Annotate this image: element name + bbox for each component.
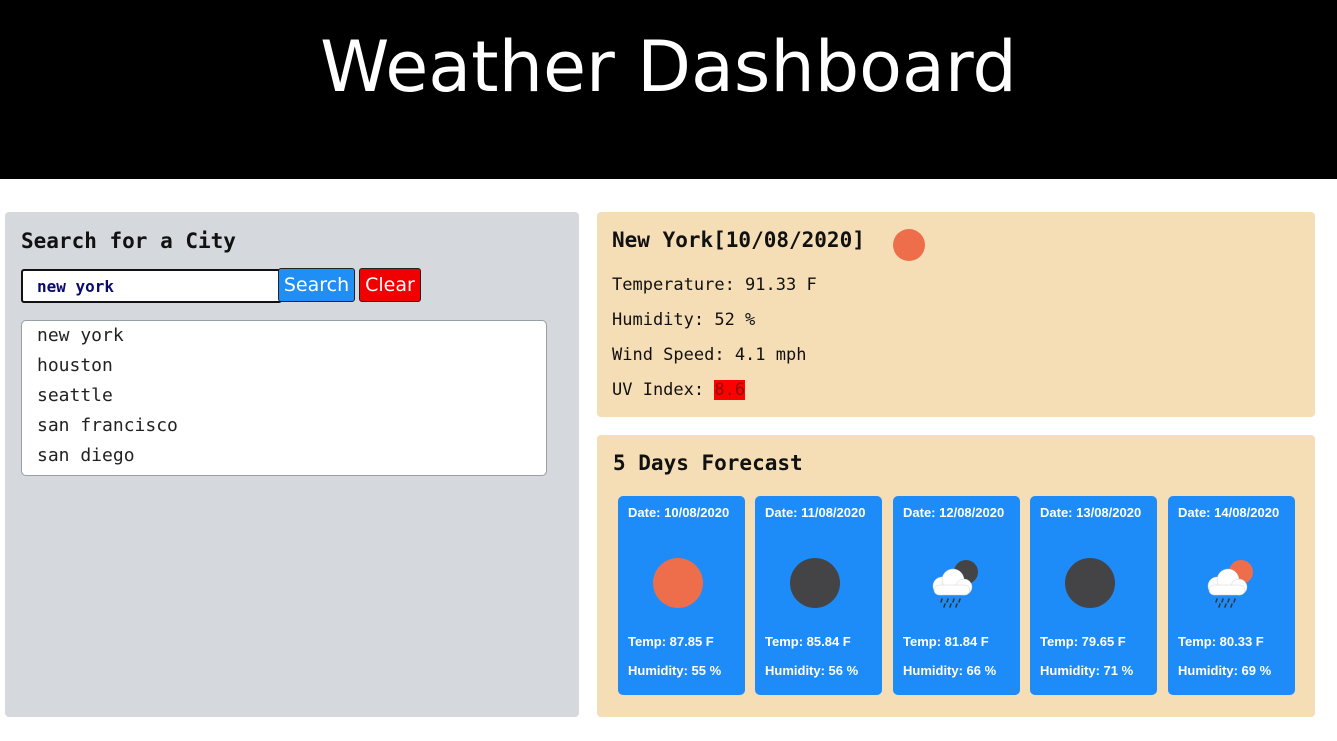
forecast-humidity: Humidity: 66 % bbox=[903, 663, 997, 678]
search-panel: Search for a City Search Clear new york … bbox=[5, 212, 579, 717]
forecast-temp: Temp: 80.33 F bbox=[1178, 634, 1264, 649]
forecast-humidity: Humidity: 69 % bbox=[1178, 663, 1272, 678]
forecast-card: Date: 11/08/2020 Temp: 85.84 F Humidity:… bbox=[755, 496, 882, 695]
forecast-date: Date: 10/08/2020 bbox=[628, 505, 730, 520]
forecast-card: Date: 14/08/2020 Temp: 80.33 F Humidity:… bbox=[1168, 496, 1295, 695]
forecast-humidity: Humidity: 71 % bbox=[1040, 663, 1134, 678]
current-wind-speed: Wind Speed: 4.1 mph bbox=[612, 345, 807, 365]
history-item[interactable]: seattle bbox=[37, 383, 546, 413]
page-header: Weather Dashboard bbox=[0, 0, 1337, 179]
city-search-input[interactable] bbox=[21, 269, 282, 303]
forecast-panel: 5 Days Forecast Date: 10/08/2020 Temp: 8… bbox=[597, 435, 1315, 717]
forecast-temp: Temp: 85.84 F bbox=[765, 634, 851, 649]
moon-icon bbox=[790, 558, 842, 610]
forecast-date: Date: 11/08/2020 bbox=[765, 505, 866, 520]
forecast-date: Date: 14/08/2020 bbox=[1178, 505, 1280, 520]
history-item[interactable]: san francisco bbox=[37, 413, 546, 443]
forecast-card: Date: 12/08/2020 Temp: 81.84 F Humidity:… bbox=[893, 496, 1020, 695]
forecast-date: Date: 12/08/2020 bbox=[903, 505, 1005, 520]
day-rain-cloud-icon bbox=[1203, 558, 1255, 610]
current-temperature: Temperature: 91.33 F bbox=[612, 275, 817, 295]
current-uv-index: UV Index: 8.6 bbox=[612, 380, 746, 400]
forecast-temp: Temp: 81.84 F bbox=[903, 634, 989, 649]
forecast-card: Date: 13/08/2020 Temp: 79.65 F Humidity:… bbox=[1030, 496, 1157, 695]
night-rain-cloud-icon bbox=[928, 558, 980, 610]
search-history-list: new york houston seattle san francisco s… bbox=[21, 320, 547, 476]
forecast-temp: Temp: 79.65 F bbox=[1040, 634, 1126, 649]
moon-icon bbox=[1065, 558, 1117, 610]
uv-index-label: UV Index: bbox=[612, 380, 715, 400]
forecast-card: Date: 10/08/2020 Temp: 87.85 F Humidity:… bbox=[618, 496, 745, 695]
history-item[interactable]: new york bbox=[37, 323, 546, 353]
page-title: Weather Dashboard bbox=[320, 26, 1017, 108]
forecast-date: Date: 13/08/2020 bbox=[1040, 505, 1142, 520]
current-weather-panel: New York[10/08/2020] Temperature: 91.33 … bbox=[597, 212, 1315, 417]
current-humidity: Humidity: 52 % bbox=[612, 310, 756, 330]
forecast-temp: Temp: 87.85 F bbox=[628, 634, 714, 649]
sun-icon bbox=[653, 558, 705, 610]
sun-icon bbox=[893, 229, 925, 261]
clear-button[interactable]: Clear bbox=[359, 268, 421, 302]
uv-index-badge: 8.6 bbox=[714, 380, 746, 400]
forecast-heading: 5 Days Forecast bbox=[613, 451, 803, 475]
history-item[interactable]: san diego bbox=[37, 443, 546, 473]
current-city-title: New York[10/08/2020] bbox=[612, 228, 865, 252]
forecast-humidity: Humidity: 56 % bbox=[765, 663, 859, 678]
search-button[interactable]: Search bbox=[278, 268, 355, 302]
history-item[interactable]: houston bbox=[37, 353, 546, 383]
search-heading: Search for a City bbox=[21, 229, 236, 253]
forecast-humidity: Humidity: 55 % bbox=[628, 663, 722, 678]
